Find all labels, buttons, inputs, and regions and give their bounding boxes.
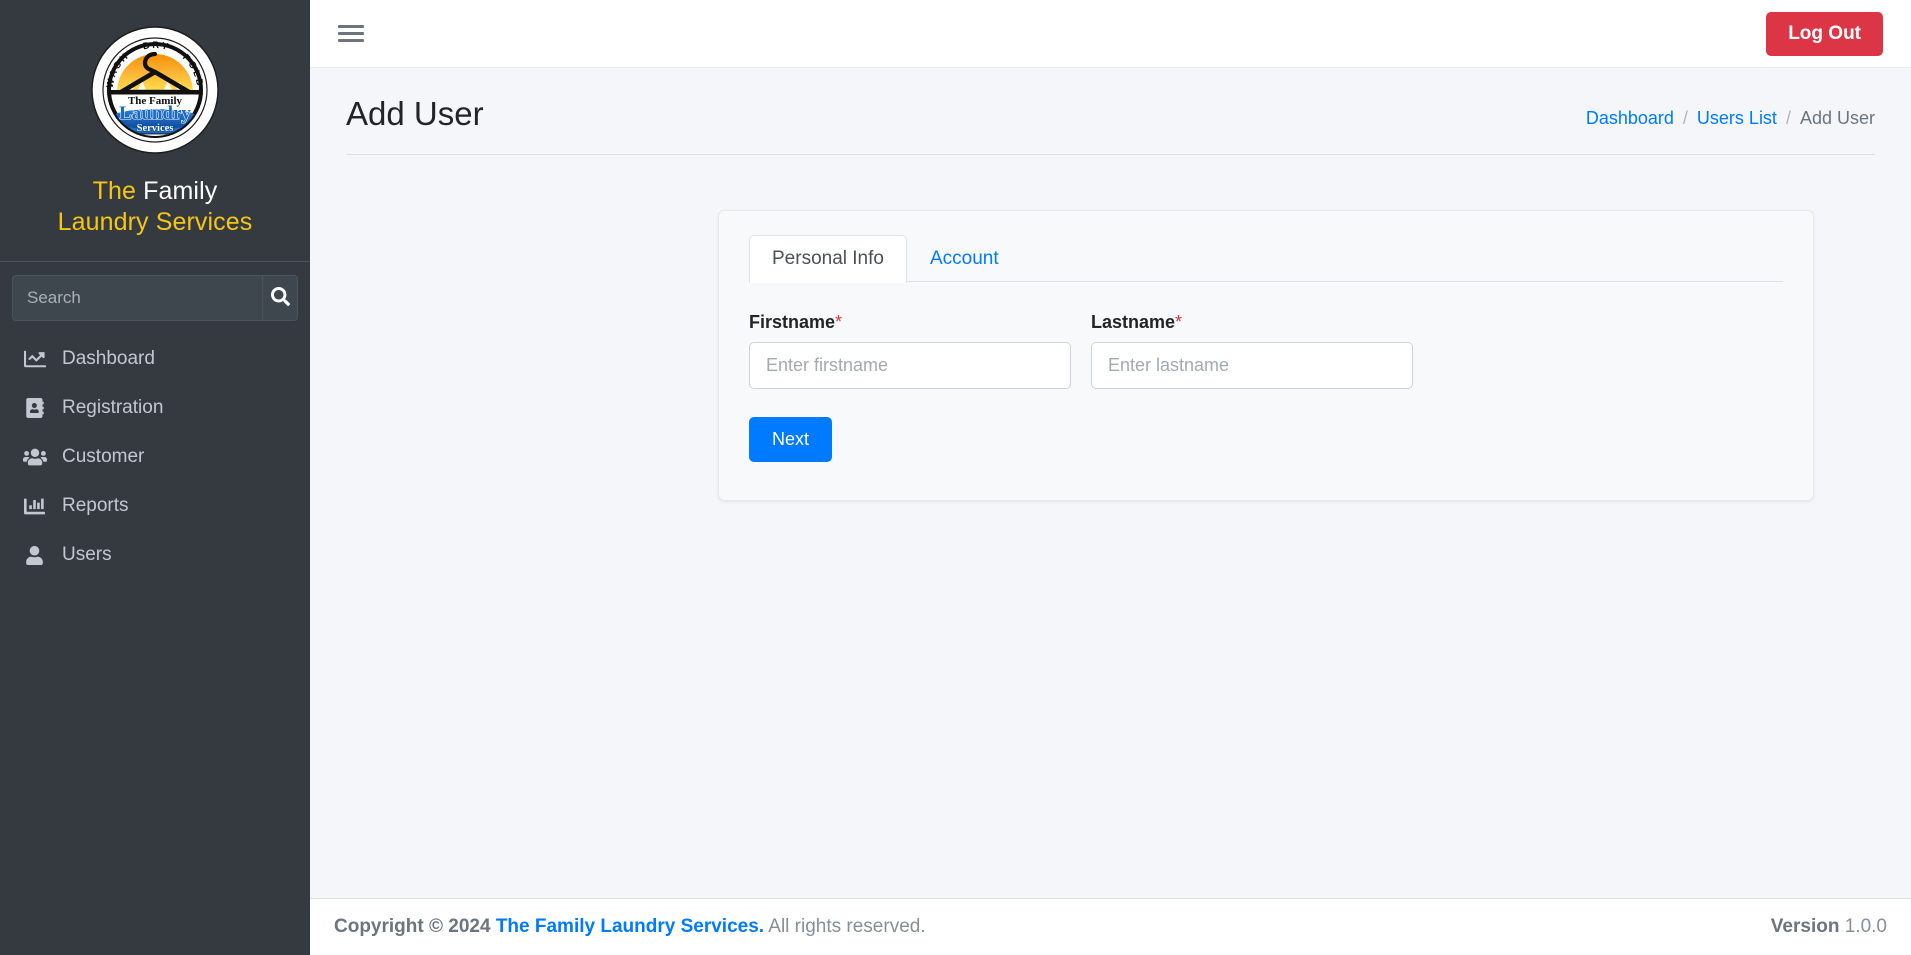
sidebar-item-customer[interactable]: Customer <box>10 437 300 477</box>
logout-button[interactable]: Log Out <box>1766 11 1883 56</box>
footer-version: Version 1.0.0 <box>1771 916 1887 938</box>
sidebar-brand[interactable]: WASH · DRY · FOLD NATIONAL UNIVERSITY VI… <box>0 0 310 237</box>
sidebar-search <box>0 262 310 329</box>
tab-bar: Personal Info Account <box>719 211 1813 283</box>
sidebar-item-label: Reports <box>62 495 129 516</box>
version-label: Version <box>1770 916 1840 937</box>
lastname-label-text: Lastname <box>1091 311 1176 332</box>
copyright-text: Copyright © 2024 <box>334 916 491 937</box>
main-content: Personal Info Account Firstname* Enter f… <box>310 155 1911 898</box>
firstname-input[interactable] <box>749 341 1071 389</box>
sidebar-item-registration[interactable]: Registration <box>10 388 300 428</box>
chart-line-icon <box>22 348 47 370</box>
breadcrumb-separator: / <box>1785 108 1791 128</box>
address-book-icon <box>22 397 47 419</box>
content-wrapper: Log Out Add User Dashboard / Users List … <box>310 0 1911 955</box>
hamburger-menu-icon[interactable] <box>334 17 368 51</box>
page-header: Add User Dashboard / Users List / Add Us… <box>310 68 1911 134</box>
page-title: Add User <box>346 95 484 132</box>
sidebar: WASH · DRY · FOLD NATIONAL UNIVERSITY VI… <box>0 0 310 955</box>
svg-text:Laundry: Laundry <box>119 103 191 124</box>
tab-account[interactable]: Account <box>907 235 1022 283</box>
breadcrumb-item-dashboard[interactable]: Dashboard <box>1586 108 1674 129</box>
add-user-card: Personal Info Account Firstname* Enter f… <box>718 209 1814 501</box>
footer-company-link[interactable]: The Family Laundry Services. <box>496 916 764 937</box>
breadcrumb-item-users-list[interactable]: Users List <box>1697 108 1777 129</box>
footer: Copyright © 2024 The Family Laundry Serv… <box>310 898 1911 955</box>
tab-personal-info[interactable]: Personal Info <box>749 234 907 283</box>
sidebar-item-label: Users <box>62 544 112 565</box>
laundry-badge-logo: WASH · DRY · FOLD NATIONAL UNIVERSITY VI… <box>91 26 219 154</box>
app-root: WASH · DRY · FOLD NATIONAL UNIVERSITY VI… <box>0 0 1911 955</box>
hamburger-bar <box>338 25 364 28</box>
sidebar-item-users[interactable]: Users <box>10 535 300 575</box>
sidebar-item-label: Registration <box>62 397 164 418</box>
version-value: 1.0.0 <box>1844 916 1887 937</box>
brand-the: The <box>92 177 144 205</box>
hamburger-bar <box>338 39 364 42</box>
lastname-input[interactable] <box>1091 341 1413 389</box>
brand-laundry-services: Laundry Services <box>57 207 253 236</box>
firstname-label: Firstname* <box>749 312 1071 333</box>
breadcrumb-separator: / <box>1682 108 1688 128</box>
firstname-group: Firstname* <box>749 312 1071 389</box>
brand-title: The Family Laundry Services <box>0 176 310 237</box>
users-group-icon <box>22 446 47 468</box>
footer-copyright: Copyright © 2024 The Family Laundry Serv… <box>334 916 926 938</box>
firstname-label-text: Firstname <box>749 311 836 332</box>
sidebar-nav: Dashboard Registration Customer Reports <box>0 329 310 575</box>
hamburger-bar <box>338 32 364 35</box>
next-button[interactable]: Next <box>749 416 833 462</box>
lastname-label: Lastname* <box>1091 312 1413 333</box>
svg-text:Services: Services <box>137 123 174 134</box>
lastname-group: Lastname* <box>1091 312 1413 389</box>
breadcrumb-item-current: Add User <box>1799 108 1875 128</box>
brand-family: Family <box>143 177 218 205</box>
sidebar-item-reports[interactable]: Reports <box>10 486 300 526</box>
top-navbar: Log Out <box>310 0 1911 68</box>
required-asterisk: * <box>1175 311 1183 332</box>
footer-rights-text: All rights reserved. <box>764 916 926 937</box>
required-asterisk: * <box>835 311 843 332</box>
sidebar-item-label: Customer <box>62 446 145 467</box>
sidebar-item-dashboard[interactable]: Dashboard <box>10 339 300 379</box>
search-input[interactable] <box>12 275 262 321</box>
user-icon <box>22 544 47 566</box>
breadcrumb: Dashboard / Users List / Add User <box>1586 94 1875 129</box>
search-icon <box>270 287 290 309</box>
tab-panel-personal-info: Firstname* Lastname* Next <box>719 282 1813 500</box>
sidebar-item-label: Dashboard <box>62 348 155 369</box>
chart-bar-icon <box>22 495 47 517</box>
search-button[interactable] <box>262 275 298 321</box>
name-fields-row: Firstname* Lastname* <box>749 312 1783 389</box>
